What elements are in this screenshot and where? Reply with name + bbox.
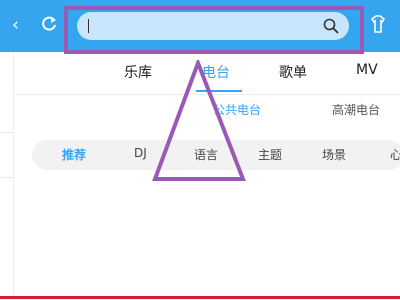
annotation-arrow [152, 60, 246, 181]
tab-library[interactable]: 乐库 [124, 62, 152, 82]
category-theme[interactable]: 主题 [258, 146, 282, 163]
category-scene[interactable]: 场景 [322, 146, 346, 163]
divider [0, 177, 14, 178]
divider [0, 132, 14, 133]
back-button[interactable]: ‹ [12, 15, 19, 35]
tab-playlist[interactable]: 歌单 [279, 62, 307, 82]
sidebar-edge [0, 52, 14, 297]
category-recommend[interactable]: 推荐 [62, 146, 86, 163]
refresh-icon[interactable] [40, 14, 58, 34]
status-bar-line [0, 296, 400, 299]
skin-icon[interactable] [368, 13, 388, 35]
category-mood[interactable]: 心 [390, 146, 400, 163]
subtab-climax-radio[interactable]: 高潮电台 [332, 101, 380, 118]
category-dj[interactable]: DJ [134, 146, 147, 160]
tab-mv[interactable]: MV [356, 62, 378, 78]
annotation-highlight-box [64, 6, 364, 54]
